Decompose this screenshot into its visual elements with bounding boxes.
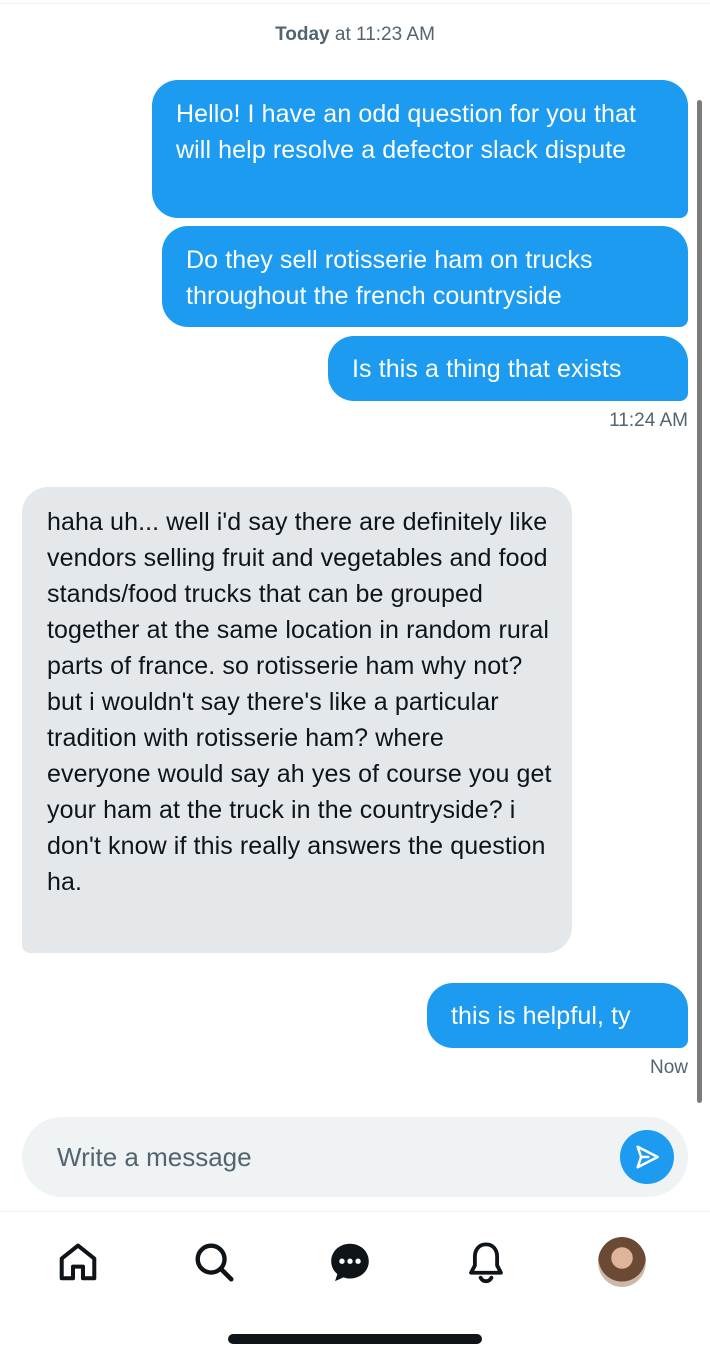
message-bubble-outgoing[interactable]: Is this a thing that exists xyxy=(328,336,688,401)
message-text: Hello! I have an odd question for you th… xyxy=(176,100,637,164)
message-bubble-outgoing[interactable]: Hello! I have an odd question for you th… xyxy=(152,80,688,218)
scrollbar[interactable] xyxy=(697,100,702,1103)
send-icon xyxy=(636,1145,659,1169)
home-indicator[interactable] xyxy=(228,1334,482,1344)
avatar xyxy=(598,1237,646,1287)
search-icon xyxy=(195,1243,234,1282)
message-text: this is helpful, ty xyxy=(451,1002,631,1030)
nav-home[interactable] xyxy=(54,1238,102,1286)
nav-messages[interactable] xyxy=(326,1238,374,1286)
nav-divider xyxy=(0,1211,710,1212)
message-input[interactable] xyxy=(57,1139,577,1175)
top-divider xyxy=(0,0,710,4)
date-header-time: at 11:23 AM xyxy=(334,24,435,45)
messages-icon xyxy=(331,1243,369,1282)
nav-search[interactable] xyxy=(190,1238,238,1286)
message-text: Is this a thing that exists xyxy=(352,355,622,383)
date-header: Today at 11:23 AM xyxy=(0,24,710,46)
nav-profile[interactable] xyxy=(598,1237,646,1287)
send-button[interactable] xyxy=(620,1130,674,1184)
message-bubble-incoming[interactable]: haha uh... well i'd say there are defini… xyxy=(22,487,572,953)
message-bubble-outgoing[interactable]: Do they sell rotisserie ham on trucks th… xyxy=(162,226,688,327)
bell-icon xyxy=(469,1242,503,1284)
message-bubble-outgoing[interactable]: this is helpful, ty xyxy=(427,983,688,1048)
message-text: haha uh... well i'd say there are defini… xyxy=(47,508,552,896)
home-icon xyxy=(59,1243,97,1281)
message-timestamp: Now xyxy=(649,1057,688,1078)
date-header-day: Today xyxy=(275,24,330,45)
message-timestamp: 11:24 AM xyxy=(609,410,688,431)
nav-notifications[interactable] xyxy=(462,1238,510,1286)
message-composer xyxy=(22,1117,688,1197)
messages-screen: Today at 11:23 AM Hello! I have an odd q… xyxy=(0,0,710,1359)
message-text: Do they sell rotisserie ham on trucks th… xyxy=(186,246,593,310)
